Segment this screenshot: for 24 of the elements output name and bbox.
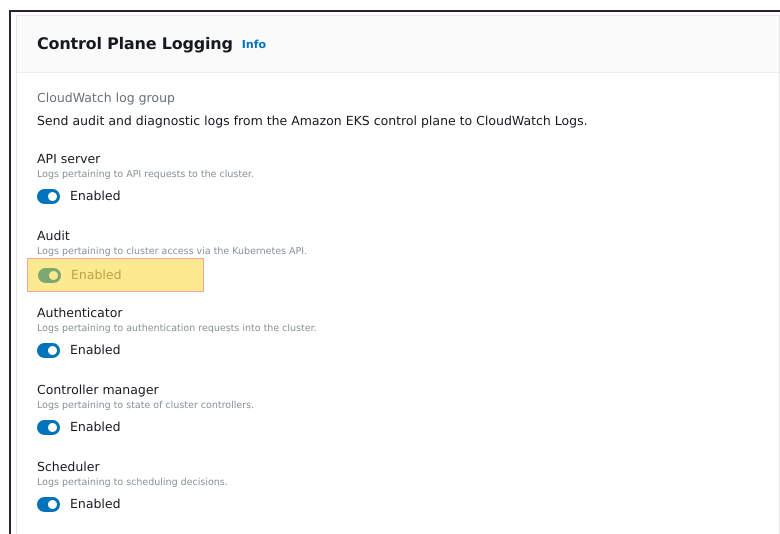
info-link[interactable]: Info (242, 37, 266, 54)
toggle-switch[interactable] (37, 342, 60, 358)
toggle-label: Enabled (70, 418, 121, 436)
log-type-description: Logs pertaining to authentication requests into the cluster. (37, 322, 318, 336)
toggle-label: Enabled (70, 340, 121, 359)
log-type-description: Logs pertaining to scheduling decisions. (37, 476, 229, 490)
section-description: Send audit and diagnostic logs from the Amazon EKS control plane to CloudWatch Logs. (37, 112, 589, 130)
log-type-name: API server (37, 150, 102, 168)
section-label: CloudWatch log group (37, 89, 176, 107)
toggle-switch[interactable] (37, 496, 60, 512)
log-type-description: Logs pertaining to cluster access via the Kubernetes API. (37, 245, 308, 259)
toggle-switch[interactable] (37, 420, 60, 434)
log-type-name: Audit (37, 227, 71, 245)
log-type-name: Controller manager (37, 381, 160, 399)
log-type-name: Authenticator (37, 304, 124, 322)
toggle-switch[interactable] (38, 268, 61, 282)
toggle-label: Enabled (71, 266, 122, 284)
log-type-description: Logs pertaining to API requests to the cluster. (37, 168, 255, 182)
toggle-switch[interactable] (37, 188, 60, 204)
toggle-label: Enabled (70, 186, 121, 205)
toggle-label: Enabled (70, 494, 121, 513)
panel-title: Control Plane Logging (37, 33, 233, 55)
log-type-description: Logs pertaining to state of cluster controllers. (37, 399, 256, 413)
log-type-name: Scheduler (37, 458, 101, 476)
